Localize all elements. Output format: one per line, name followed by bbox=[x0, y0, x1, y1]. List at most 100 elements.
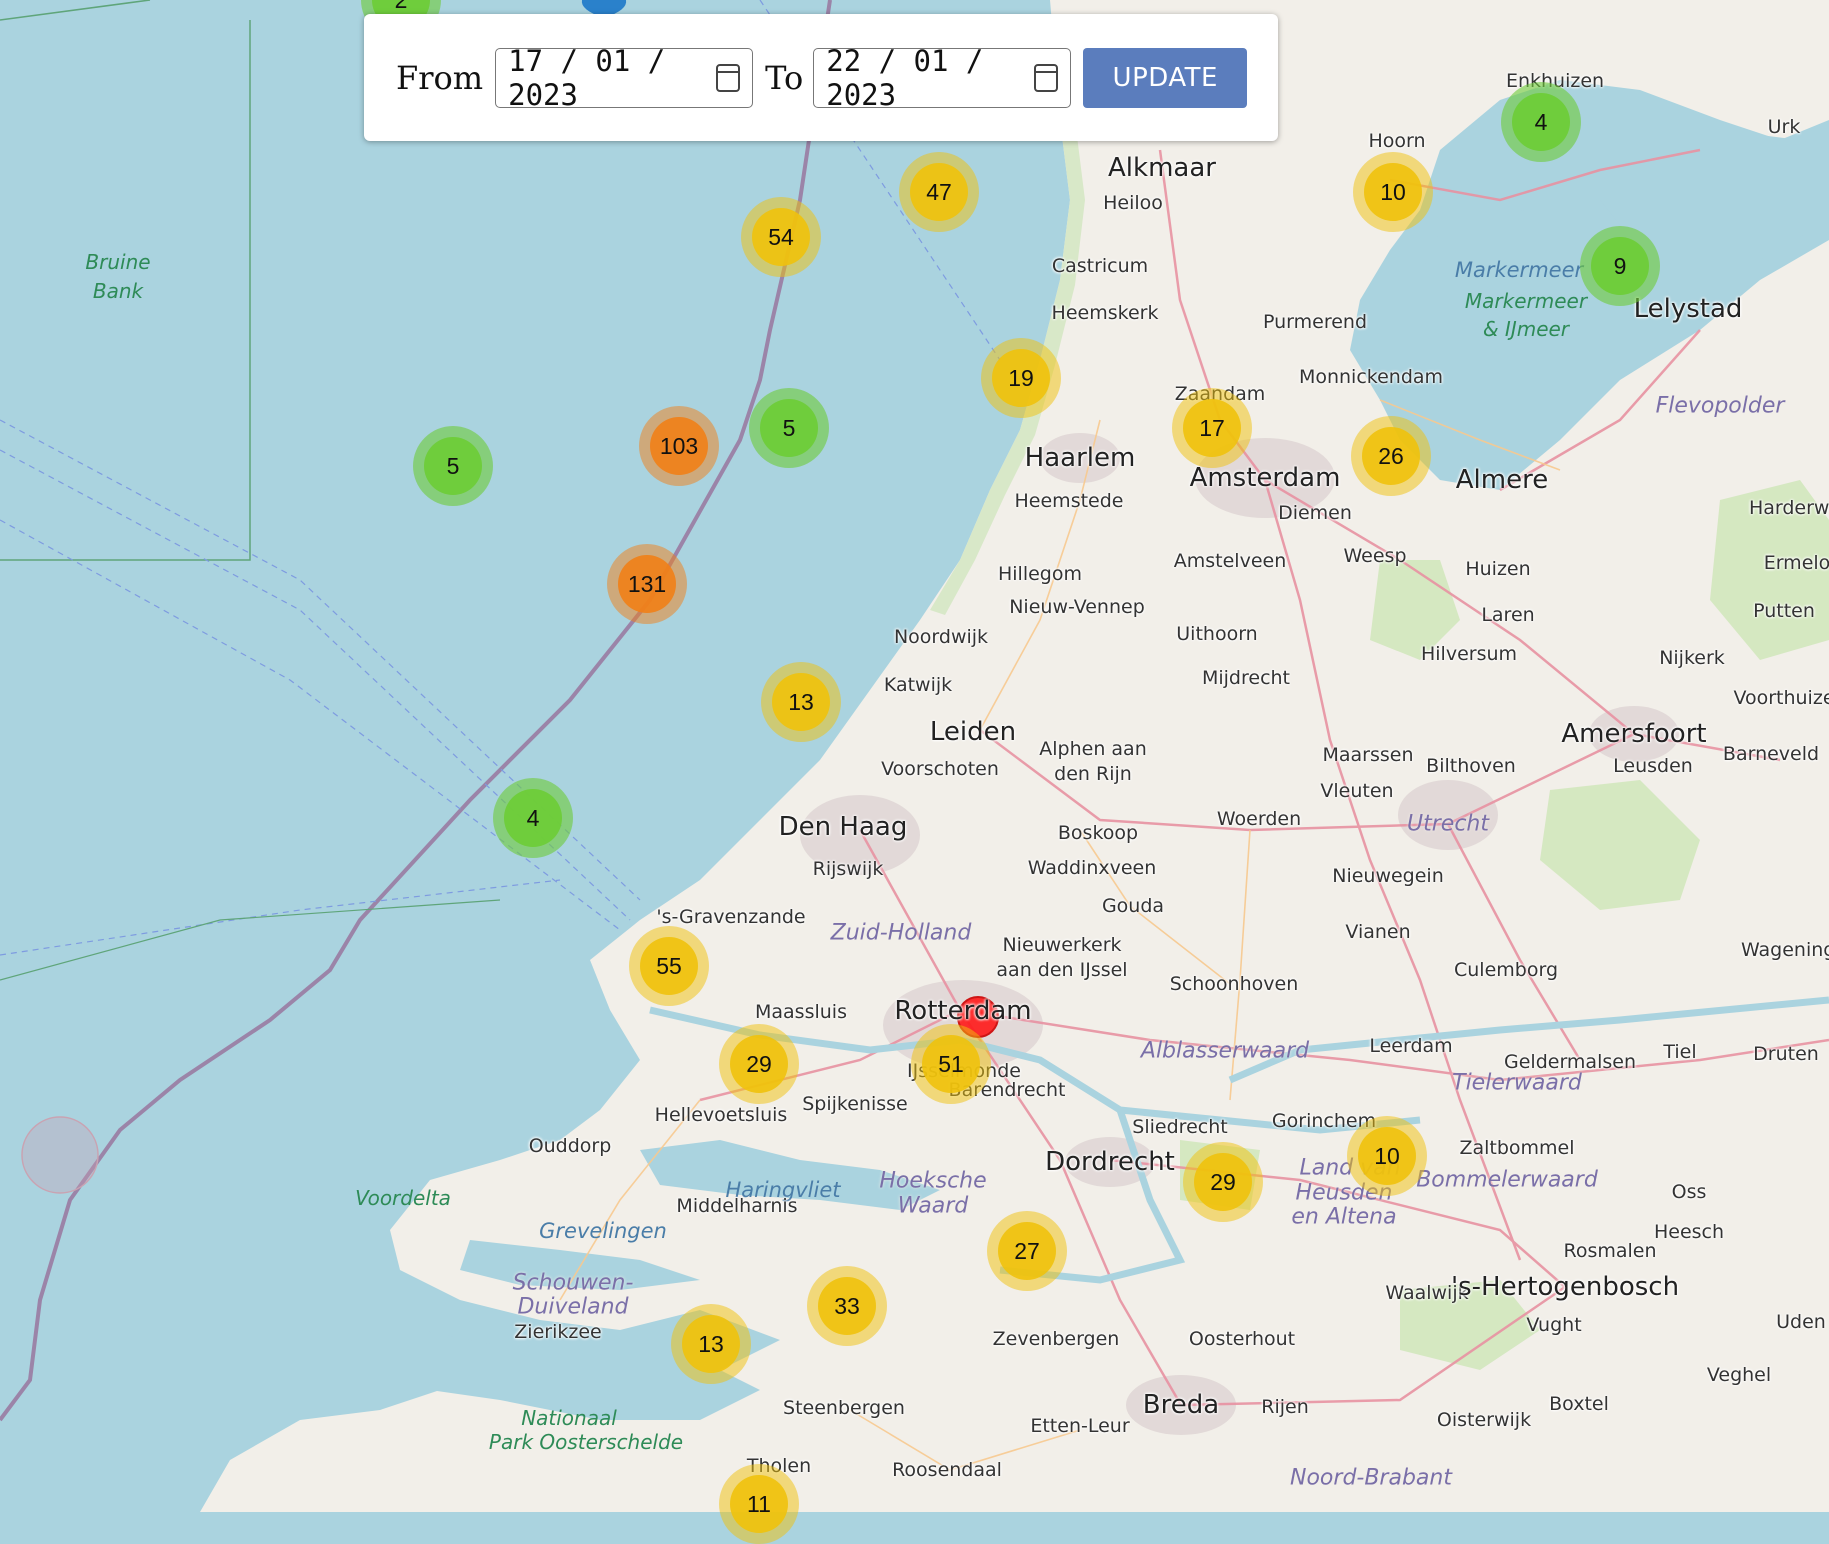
place-label: Almere bbox=[1455, 465, 1549, 495]
place-label: Haarlem bbox=[1024, 443, 1136, 473]
place-label: Uithoorn bbox=[1176, 623, 1258, 645]
place-label: Gouda bbox=[1101, 895, 1165, 917]
marker-cluster[interactable]: 55 bbox=[629, 926, 709, 1006]
marker-cluster[interactable]: 47 bbox=[899, 152, 979, 232]
place-label: Heemstede bbox=[1014, 490, 1124, 512]
place-label: Purmerend bbox=[1262, 311, 1368, 333]
marker-cluster[interactable]: 5 bbox=[749, 388, 829, 468]
date-range-panel: From 17 / 01 / 2023 To 22 / 01 / 2023 UP… bbox=[364, 14, 1278, 141]
place-label: Druten bbox=[1753, 1043, 1819, 1065]
place-label: Waddinxveen bbox=[1027, 857, 1157, 879]
place-label: Leusden bbox=[1613, 755, 1693, 777]
place-label: Waard bbox=[897, 1193, 969, 1219]
place-label: & IJmeer bbox=[1482, 317, 1570, 341]
marker-cluster[interactable]: 51 bbox=[911, 1024, 991, 1104]
place-label: Rosmalen bbox=[1563, 1240, 1657, 1262]
place-label: Roosendaal bbox=[892, 1459, 1002, 1481]
place-label: Duiveland bbox=[517, 1294, 629, 1320]
marker-cluster[interactable]: 17 bbox=[1172, 388, 1252, 468]
place-label: Rijswijk bbox=[812, 858, 884, 880]
place-label: Oosterhout bbox=[1188, 1328, 1296, 1350]
place-label: Nijkerk bbox=[1659, 647, 1725, 669]
place-label: Middelharnis bbox=[676, 1195, 798, 1217]
calendar-icon[interactable] bbox=[715, 63, 741, 92]
cluster-count: 9 bbox=[1591, 237, 1649, 295]
place-label: Grevelingen bbox=[539, 1219, 667, 1243]
place-label: Boxtel bbox=[1549, 1393, 1609, 1415]
place-label: Bruine bbox=[85, 250, 151, 274]
place-label: Nieuwegein bbox=[1332, 865, 1444, 887]
cluster-count: 10 bbox=[1364, 163, 1422, 221]
place-label: Uden bbox=[1776, 1311, 1826, 1333]
place-label: Amstelveen bbox=[1173, 550, 1287, 572]
marker-cluster[interactable]: 13 bbox=[761, 662, 841, 742]
cluster-count: 54 bbox=[752, 208, 810, 266]
place-label: Voordelta bbox=[355, 1186, 451, 1210]
place-label: Spijkenisse bbox=[802, 1093, 908, 1115]
marker-cluster[interactable]: 19 bbox=[981, 338, 1061, 418]
marker-cluster[interactable]: 9 bbox=[1580, 226, 1660, 306]
place-label: Vught bbox=[1526, 1314, 1582, 1336]
place-label: Nieuwerkerk bbox=[1002, 934, 1122, 956]
cluster-count: 5 bbox=[760, 399, 818, 457]
place-label: Bommelerwaard bbox=[1416, 1167, 1598, 1193]
place-label: Ermelo bbox=[1763, 552, 1829, 574]
to-date-input[interactable]: 22 / 01 / 2023 bbox=[813, 44, 1072, 112]
marker-cluster[interactable]: 4 bbox=[1501, 82, 1581, 162]
cluster-count: 13 bbox=[682, 1315, 740, 1373]
place-label: Park Oosterschelde bbox=[488, 1430, 684, 1454]
marker-cluster[interactable]: 13 bbox=[671, 1304, 751, 1384]
marker-cluster[interactable]: 103 bbox=[639, 406, 719, 486]
place-label: Hoeksche bbox=[879, 1168, 987, 1194]
place-label: Zierikzee bbox=[514, 1321, 602, 1343]
place-label: Alphen aan bbox=[1039, 738, 1147, 760]
marker-cluster[interactable]: 11 bbox=[719, 1464, 799, 1544]
marker-cluster[interactable]: 5 bbox=[413, 426, 493, 506]
cluster-count: 13 bbox=[772, 673, 830, 731]
cluster-count: 55 bbox=[640, 937, 698, 995]
marker-cluster[interactable]: 4 bbox=[493, 778, 573, 858]
place-label: Flevopolder bbox=[1655, 393, 1785, 419]
cluster-count: 5 bbox=[424, 437, 482, 495]
place-label: Tielerwaard bbox=[1452, 1070, 1582, 1096]
place-label: Boskoop bbox=[1057, 822, 1139, 844]
place-label: Hoorn bbox=[1368, 130, 1426, 152]
place-label: Urk bbox=[1767, 116, 1801, 138]
place-label: Vianen bbox=[1345, 921, 1411, 943]
place-label: Tiel bbox=[1663, 1041, 1697, 1063]
to-date-value: 22 / 01 / 2023 bbox=[826, 43, 984, 112]
cluster-count: 19 bbox=[992, 349, 1050, 407]
place-label: Sliedrecht bbox=[1132, 1116, 1228, 1138]
place-label: Zevenbergen bbox=[992, 1328, 1120, 1350]
marker-cluster[interactable]: 26 bbox=[1351, 416, 1431, 496]
place-label: Utrecht bbox=[1407, 811, 1489, 837]
place-label: Putten bbox=[1753, 600, 1815, 622]
marker-cluster[interactable]: 29 bbox=[1183, 1142, 1263, 1222]
place-label: Dordrecht bbox=[1045, 1147, 1175, 1177]
marker-cluster[interactable]: 33 bbox=[807, 1266, 887, 1346]
place-label: Veghel bbox=[1706, 1364, 1772, 1386]
calendar-icon[interactable] bbox=[1033, 63, 1059, 92]
place-label: Voorschoten bbox=[881, 758, 999, 780]
cluster-count: 47 bbox=[910, 163, 968, 221]
marker-cluster[interactable]: 54 bbox=[741, 197, 821, 277]
place-label: Nationaal bbox=[521, 1406, 617, 1430]
marker-cluster[interactable]: 29 bbox=[719, 1024, 799, 1104]
from-date-input[interactable]: 17 / 01 / 2023 bbox=[495, 44, 754, 112]
place-label: Leerdam bbox=[1369, 1035, 1453, 1057]
place-label: Schouwen- bbox=[512, 1270, 634, 1296]
place-label: Hilversum bbox=[1420, 643, 1518, 665]
marker-cluster[interactable]: 131 bbox=[607, 544, 687, 624]
marker-cluster[interactable]: 27 bbox=[987, 1211, 1067, 1291]
cluster-count: 11 bbox=[730, 1475, 788, 1533]
place-label: Laren bbox=[1481, 604, 1535, 626]
place-label: Huizen bbox=[1465, 558, 1531, 580]
place-label: Nieuw-Vennep bbox=[1009, 596, 1145, 618]
update-button[interactable]: UPDATE bbox=[1083, 47, 1248, 108]
place-label: Monnickendam bbox=[1298, 366, 1444, 388]
place-label: Bilthoven bbox=[1426, 755, 1516, 777]
place-label: Amersfoort bbox=[1561, 719, 1707, 749]
marker-cluster[interactable]: 10 bbox=[1353, 152, 1433, 232]
place-label: Weesp bbox=[1343, 545, 1407, 567]
marker-cluster[interactable]: 10 bbox=[1347, 1116, 1427, 1196]
